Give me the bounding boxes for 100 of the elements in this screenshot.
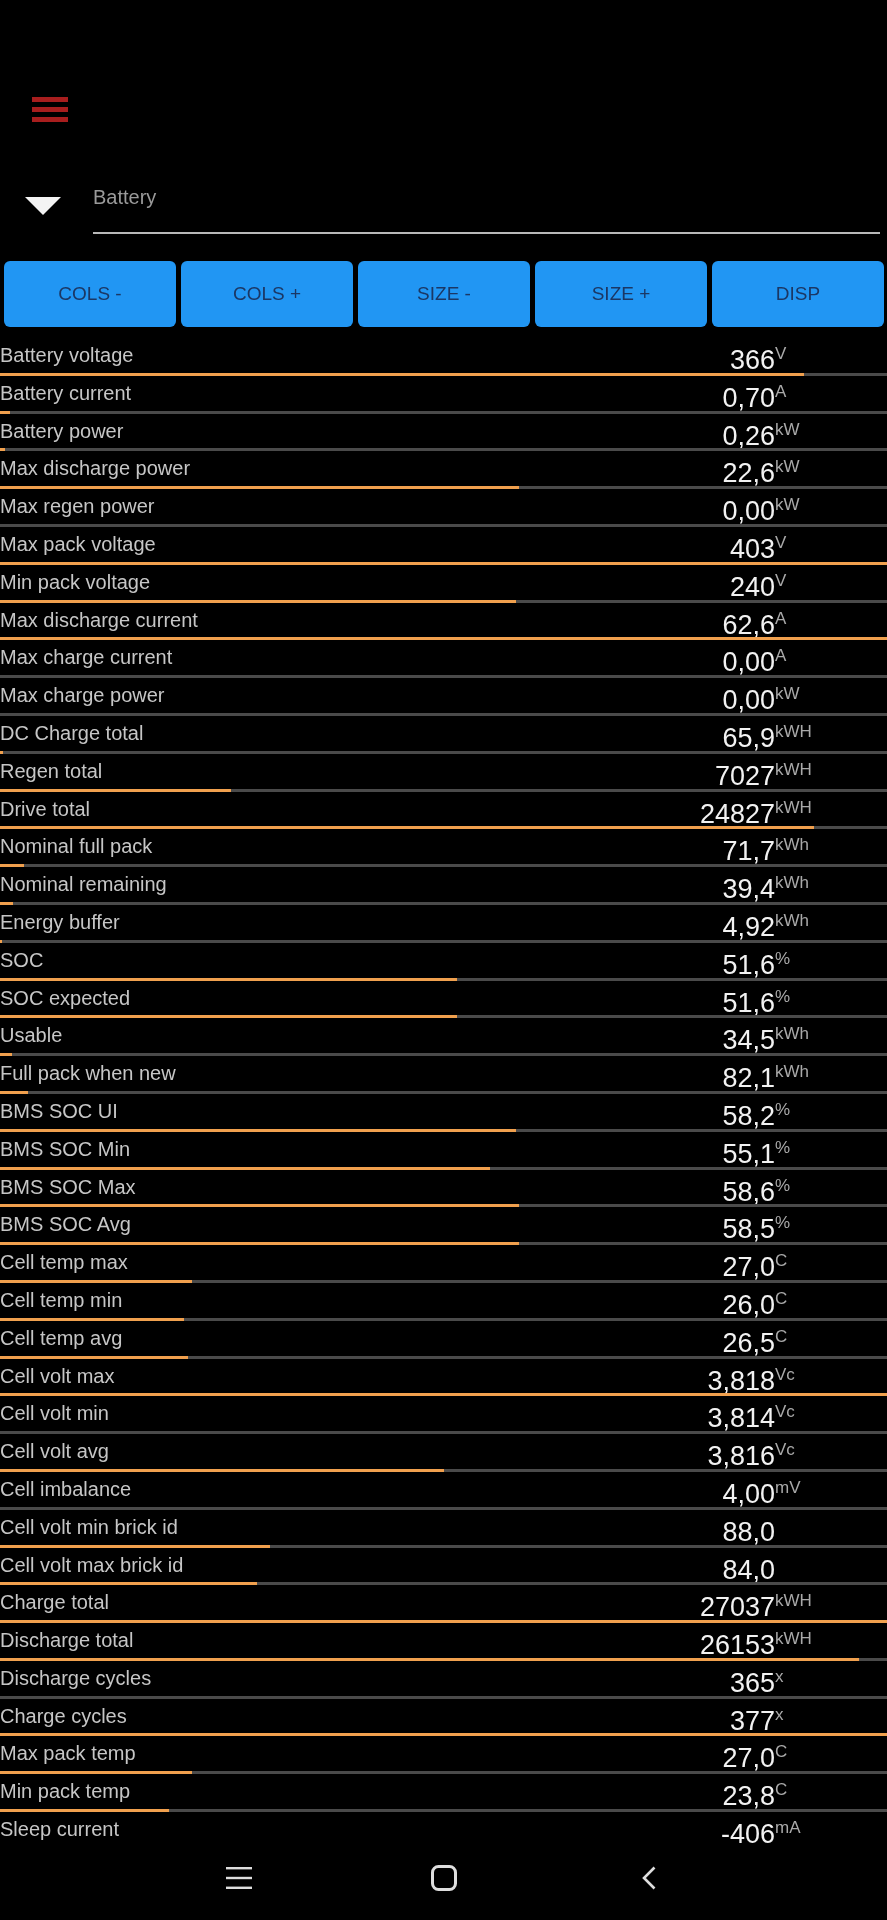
reading-label: Usable	[0, 1023, 63, 1047]
reading-label: Nominal remaining	[0, 872, 167, 896]
reading-label: Cell temp min	[0, 1287, 123, 1311]
reading-value: 24827	[699, 797, 775, 828]
reading-label: Cell volt max	[0, 1363, 115, 1387]
reading-value: 377	[729, 1704, 775, 1735]
action-button[interactable]: DISP	[712, 261, 884, 327]
unit-label: V	[775, 343, 787, 362]
unit-label: kW	[775, 418, 800, 438]
reading-label: Cell volt avg	[0, 1439, 109, 1463]
reading-value: 4,92	[722, 910, 775, 941]
unit-label: Vc	[775, 1439, 795, 1459]
reading-value: 27,0	[722, 1742, 775, 1773]
unit-label: x	[775, 1665, 784, 1685]
reading-label: Battery current	[0, 380, 132, 404]
unit-label: A	[775, 380, 787, 400]
reading-value: 366	[729, 344, 775, 374]
reading-value: 0,70	[722, 381, 775, 412]
unit-label: C	[775, 1779, 788, 1799]
reading-label: DC Charge total	[0, 720, 144, 744]
reading-value: 26153	[699, 1629, 775, 1660]
reading-label: Cell volt min brick id	[0, 1514, 178, 1538]
dropdown-icon[interactable]	[25, 197, 61, 215]
reading-value: 240	[729, 570, 775, 601]
unit-label: kW	[775, 683, 800, 703]
reading-label: Battery voltage	[0, 343, 134, 366]
reading-label: Max discharge current	[0, 607, 198, 631]
unit-label: V	[775, 532, 787, 551]
action-button[interactable]: COLS +	[181, 261, 353, 327]
reading-value: 39,4	[722, 873, 775, 904]
reading-value: 23,8	[722, 1780, 775, 1811]
unit-label: %	[775, 947, 791, 967]
reading-value: 26,0	[722, 1288, 775, 1319]
reading-value: 0,00	[722, 684, 775, 715]
unit-label: kWh	[775, 1023, 809, 1043]
reading-value: 51,6	[722, 948, 775, 979]
reading-value: 0,26	[722, 419, 775, 450]
unit-label: kWh	[775, 909, 809, 929]
unit-label: Vc	[775, 1401, 795, 1421]
reading-label: Cell imbalance	[0, 1476, 132, 1500]
action-button[interactable]: COLS -	[4, 261, 176, 327]
reading-label: Min pack temp	[0, 1779, 131, 1803]
reading-label: Battery power	[0, 418, 124, 442]
unit-label: Vc	[775, 1363, 795, 1383]
reading-label: Discharge cycles	[0, 1665, 152, 1689]
group-dropdown[interactable]: Battery	[93, 187, 880, 234]
reading-value: 22,6	[722, 457, 775, 488]
reading-value: 82,1	[722, 1062, 775, 1093]
reading-value: 58,5	[722, 1213, 775, 1244]
reading-label: Nominal full pack	[0, 834, 153, 858]
unit-label: A	[775, 645, 787, 665]
menu-icon[interactable]	[225, 1866, 252, 1889]
unit-label: kWh	[775, 834, 809, 854]
reading-label: Max charge current	[0, 645, 173, 669]
reading-label: Discharge total	[0, 1628, 134, 1652]
unit-label: kWH	[775, 1590, 812, 1610]
reading-value: 7027	[714, 759, 775, 790]
reading-label: Drive total	[0, 796, 91, 820]
reading-label: Cell volt min	[0, 1401, 109, 1425]
reading-value: 403	[729, 533, 775, 563]
back-icon[interactable]	[641, 1865, 656, 1890]
reading-value: 55,1	[722, 1137, 775, 1168]
reading-label: Sleep current	[0, 1817, 119, 1841]
unit-label: C	[775, 1325, 788, 1345]
reading-label: BMS SOC Min	[0, 1136, 131, 1160]
reading-value: 3,816	[707, 1440, 775, 1471]
unit-label: C	[775, 1287, 788, 1307]
reading-label: Charge total	[0, 1590, 109, 1614]
unit-label: C	[775, 1741, 788, 1761]
reading-label: Charge cycles	[0, 1703, 127, 1727]
action-button[interactable]: SIZE +	[535, 261, 707, 327]
home-icon[interactable]	[430, 1864, 457, 1891]
unit-label: C	[775, 1250, 788, 1270]
unit-label: x	[775, 1703, 784, 1723]
unit-label: kWH	[775, 758, 812, 778]
unit-label: mV	[775, 1476, 801, 1496]
reading-value: 71,7	[722, 835, 775, 866]
reading-value: 51,6	[722, 986, 775, 1017]
action-button[interactable]: SIZE -	[358, 261, 530, 327]
reading-label: Full pack when new	[0, 1061, 176, 1085]
reading-label: Min pack voltage	[0, 569, 151, 593]
reading-label: BMS SOC UI	[0, 1098, 118, 1122]
reading-label: BMS SOC Avg	[0, 1212, 131, 1236]
unit-label: kWH	[775, 720, 812, 740]
reading-label: Cell temp max	[0, 1250, 128, 1274]
reading-value: 26,5	[722, 1326, 775, 1357]
unit-label: kW	[775, 456, 800, 476]
unit-label: %	[775, 1098, 791, 1118]
reading-label: SOC	[0, 947, 44, 971]
reading-label: SOC expected	[0, 985, 131, 1009]
unit-label: %	[775, 1136, 791, 1156]
reading-value: 58,2	[722, 1099, 775, 1130]
unit-label: kW	[775, 494, 800, 514]
reading-label: Cell temp avg	[0, 1325, 123, 1349]
unit-label: kWh	[775, 1061, 809, 1081]
reading-value: 0,00	[722, 646, 775, 677]
reading-label: Max discharge power	[0, 456, 191, 480]
reading-label: Max charge power	[0, 683, 165, 707]
reading-label: Regen total	[0, 758, 103, 782]
reading-label: Energy buffer	[0, 909, 120, 933]
